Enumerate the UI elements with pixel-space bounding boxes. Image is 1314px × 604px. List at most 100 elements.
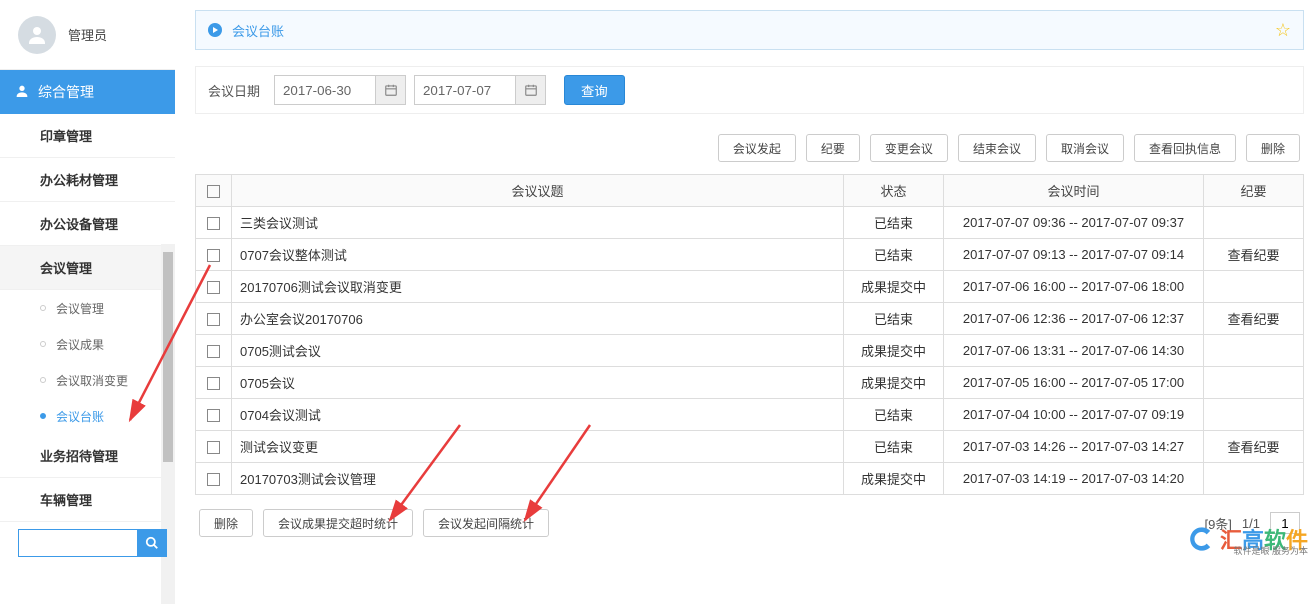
- checkbox-row[interactable]: [207, 313, 220, 326]
- meeting-table: 会议议题 状态 会议时间 纪要 三类会议测试已结束2017-07-07 09:3…: [195, 174, 1304, 495]
- date-from-input[interactable]: [275, 76, 375, 104]
- cell-time: 2017-07-06 16:00 -- 2017-07-06 18:00: [944, 271, 1204, 303]
- scrollbar-thumb[interactable]: [163, 252, 173, 462]
- checkbox-row[interactable]: [207, 249, 220, 262]
- table-row[interactable]: 三类会议测试已结束2017-07-07 09:36 -- 2017-07-07 …: [196, 207, 1304, 239]
- nav-section-综合管理[interactable]: 综合管理: [0, 70, 175, 114]
- sidebar-search-input[interactable]: [18, 529, 138, 557]
- main-content: 会议台账 ☆ 会议日期 查询 会议发起 纪要 变更会议 结束会议 取消会议 查看…: [195, 0, 1304, 537]
- filter-label: 会议日期: [208, 81, 260, 100]
- dot-icon: [40, 377, 46, 383]
- sidebar: 管理员 综合管理 印章管理 办公耗材管理 办公设备管理 会议管理 会议管理 会议…: [0, 0, 175, 559]
- cell-status: 成果提交中: [844, 335, 944, 367]
- brand-slogan: 软件是眼 服务为本: [1233, 544, 1308, 557]
- brand-logo: 汇高软件 软件是眼 服务为本: [1188, 523, 1308, 555]
- user-nav-icon: [14, 83, 30, 102]
- table-row[interactable]: 0705测试会议成果提交中2017-07-06 13:31 -- 2017-07…: [196, 335, 1304, 367]
- col-minutes: 纪要: [1204, 175, 1304, 207]
- cell-minutes: [1204, 207, 1304, 239]
- menu-item-会议管理[interactable]: 会议管理: [0, 246, 175, 290]
- col-status: 状态: [844, 175, 944, 207]
- table-row[interactable]: 0707会议整体测试已结束2017-07-07 09:13 -- 2017-07…: [196, 239, 1304, 271]
- checkbox-row[interactable]: [207, 281, 220, 294]
- submenu-会议成果[interactable]: 会议成果: [0, 326, 175, 362]
- bottom-删除[interactable]: 删除: [199, 509, 253, 537]
- cell-topic: 0707会议整体测试: [232, 239, 844, 271]
- submenu-会议台账[interactable]: 会议台账: [0, 398, 175, 434]
- cell-minutes[interactable]: 查看纪要: [1204, 303, 1304, 335]
- calendar-icon[interactable]: [375, 76, 405, 104]
- sidebar-search-button[interactable]: [137, 529, 167, 557]
- cell-time: 2017-07-06 12:36 -- 2017-07-06 12:37: [944, 303, 1204, 335]
- cell-status: 已结束: [844, 399, 944, 431]
- query-button[interactable]: 查询: [564, 75, 625, 105]
- menu-item-车辆管理[interactable]: 车辆管理: [0, 478, 175, 522]
- table-row[interactable]: 20170706测试会议取消变更成果提交中2017-07-06 16:00 --…: [196, 271, 1304, 303]
- user-icon: [25, 23, 49, 47]
- calendar-icon[interactable]: [515, 76, 545, 104]
- bottom-会议成果提交超时统计[interactable]: 会议成果提交超时统计: [263, 509, 413, 537]
- sidebar-search: [18, 529, 167, 557]
- action-会议发起[interactable]: 会议发起: [718, 134, 796, 162]
- cell-time: 2017-07-04 10:00 -- 2017-07-07 09:19: [944, 399, 1204, 431]
- action-查看回执信息[interactable]: 查看回执信息: [1134, 134, 1236, 162]
- action-纪要[interactable]: 纪要: [806, 134, 860, 162]
- table-header-row: 会议议题 状态 会议时间 纪要: [196, 175, 1304, 207]
- brand-swirl-icon: [1188, 525, 1216, 553]
- star-icon[interactable]: ☆: [1275, 20, 1291, 41]
- date-to-input[interactable]: [415, 76, 515, 104]
- table-row[interactable]: 测试会议变更已结束2017-07-03 14:26 -- 2017-07-03 …: [196, 431, 1304, 463]
- dot-icon: [40, 413, 46, 419]
- checkbox-row[interactable]: [207, 441, 220, 454]
- cell-topic: 0705会议: [232, 367, 844, 399]
- cell-minutes: [1204, 399, 1304, 431]
- checkbox-row[interactable]: [207, 217, 220, 230]
- avatar: [18, 16, 56, 54]
- dot-icon: [40, 305, 46, 311]
- cell-topic: 20170703测试会议管理: [232, 463, 844, 495]
- menu-item-办公设备管理[interactable]: 办公设备管理: [0, 202, 175, 246]
- cell-minutes[interactable]: 查看纪要: [1204, 431, 1304, 463]
- table-row[interactable]: 办公室会议20170706已结束2017-07-06 12:36 -- 2017…: [196, 303, 1304, 335]
- checkbox-row[interactable]: [207, 473, 220, 486]
- date-from-group: [274, 75, 406, 105]
- cell-minutes: [1204, 271, 1304, 303]
- action-结束会议[interactable]: 结束会议: [958, 134, 1036, 162]
- action-删除[interactable]: 删除: [1246, 134, 1300, 162]
- menu-item-办公耗材管理[interactable]: 办公耗材管理: [0, 158, 175, 202]
- bottom-会议发起间隔统计[interactable]: 会议发起间隔统计: [423, 509, 549, 537]
- cell-topic: 三类会议测试: [232, 207, 844, 239]
- checkbox-all[interactable]: [207, 185, 220, 198]
- cell-status: 已结束: [844, 239, 944, 271]
- checkbox-row[interactable]: [207, 377, 220, 390]
- cell-status: 已结束: [844, 303, 944, 335]
- action-bar: 会议发起 纪要 变更会议 结束会议 取消会议 查看回执信息 删除: [195, 134, 1304, 162]
- bottom-bar: 删除 会议成果提交超时统计 会议发起间隔统计 [9条] 1/1: [195, 509, 1304, 537]
- action-变更会议[interactable]: 变更会议: [870, 134, 948, 162]
- cell-time: 2017-07-03 14:19 -- 2017-07-03 14:20: [944, 463, 1204, 495]
- cell-status: 已结束: [844, 207, 944, 239]
- cell-minutes[interactable]: 查看纪要: [1204, 239, 1304, 271]
- cell-topic: 办公室会议20170706: [232, 303, 844, 335]
- panel-title: 会议台账: [232, 21, 284, 40]
- menu-item-印章管理[interactable]: 印章管理: [0, 114, 175, 158]
- menu-item-业务招待管理[interactable]: 业务招待管理: [0, 434, 175, 478]
- cell-time: 2017-07-07 09:36 -- 2017-07-07 09:37: [944, 207, 1204, 239]
- submenu-会议管理[interactable]: 会议管理: [0, 290, 175, 326]
- col-time: 会议时间: [944, 175, 1204, 207]
- panel-header: 会议台账 ☆: [195, 10, 1304, 50]
- nav-section-label: 综合管理: [38, 82, 94, 102]
- search-icon: [145, 536, 159, 550]
- checkbox-row[interactable]: [207, 409, 220, 422]
- checkbox-row[interactable]: [207, 345, 220, 358]
- table-row[interactable]: 0704会议测试已结束2017-07-04 10:00 -- 2017-07-0…: [196, 399, 1304, 431]
- sidebar-menu: 印章管理 办公耗材管理 办公设备管理 会议管理 会议管理 会议成果 会议取消变更…: [0, 114, 175, 522]
- cell-time: 2017-07-06 13:31 -- 2017-07-06 14:30: [944, 335, 1204, 367]
- submenu-会议取消变更[interactable]: 会议取消变更: [0, 362, 175, 398]
- action-取消会议[interactable]: 取消会议: [1046, 134, 1124, 162]
- dot-icon: [40, 341, 46, 347]
- table-row[interactable]: 20170703测试会议管理成果提交中2017-07-03 14:19 -- 2…: [196, 463, 1304, 495]
- cell-minutes: [1204, 335, 1304, 367]
- user-block: 管理员: [0, 0, 175, 70]
- table-row[interactable]: 0705会议成果提交中2017-07-05 16:00 -- 2017-07-0…: [196, 367, 1304, 399]
